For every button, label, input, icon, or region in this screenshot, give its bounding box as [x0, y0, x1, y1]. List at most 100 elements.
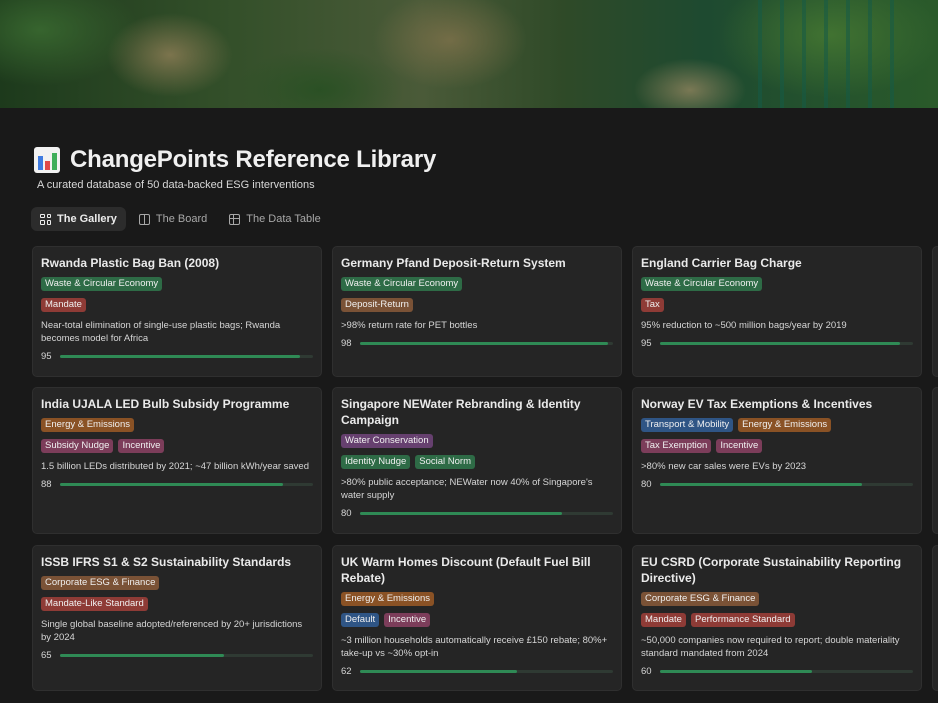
mechanism-tags: Tax [641, 298, 913, 312]
tag: Incentive [118, 439, 165, 453]
gallery-card[interactable]: EU CSRD (Corporate Sustainability Report… [632, 545, 922, 691]
gallery-card[interactable]: England Carrier Bag Charge Waste & Circul… [632, 246, 922, 377]
score-bar-fill [60, 354, 301, 358]
card-description: >80% public acceptance; NEWater now 40% … [341, 477, 593, 501]
category-tags: Waste & Circular Economy [641, 277, 913, 291]
score-value: 80 [341, 507, 352, 519]
tab-label: The Board [155, 213, 208, 225]
score-bar-fill [660, 669, 812, 673]
mechanism-tags: Subsidy Nudge Incentive [41, 439, 313, 453]
score-row: 80 [641, 477, 913, 491]
gallery-card-partial[interactable] [932, 387, 938, 534]
tab-label: The Gallery [57, 213, 117, 225]
category-tags: Waste & Circular Economy [41, 277, 313, 291]
score-bar [660, 341, 913, 345]
tag: Mandate-Like Standard [41, 597, 148, 611]
gallery-card-partial[interactable] [932, 545, 938, 691]
score-row: 80 [341, 506, 613, 520]
tag: Transport & Mobility [641, 418, 734, 432]
mechanism-tags: Tax Exemption Incentive [641, 439, 913, 453]
tab-data-table[interactable]: The Data Table [220, 207, 329, 231]
card-title: ISSB IFRS S1 & S2 Sustainability Standar… [41, 555, 292, 569]
score-bar-fill [360, 341, 608, 345]
tag: Performance Standard [690, 613, 795, 627]
tag: Corporate ESG & Finance [41, 576, 160, 590]
score-bar [660, 669, 913, 673]
score-bar-fill [360, 511, 563, 515]
tab-board[interactable]: The Board [130, 207, 216, 231]
score-row: 95 [41, 349, 313, 363]
category-tags: Water Conservation [341, 434, 613, 448]
table-icon [229, 213, 241, 225]
score-value: 60 [641, 665, 652, 677]
score-bar [360, 511, 613, 515]
category-tags: Corporate ESG & Finance [41, 576, 313, 590]
tag: Deposit-Return [341, 298, 413, 312]
category-tags: Waste & Circular Economy [341, 277, 613, 291]
tag: Energy & Emissions [341, 592, 435, 606]
score-value: 62 [341, 665, 352, 677]
card-title: EU CSRD (Corporate Sustainability Report… [641, 555, 902, 585]
score-bar [360, 341, 613, 345]
tag: Corporate ESG & Finance [641, 592, 760, 606]
tag: Mandate [41, 298, 86, 312]
card-description: Near-total elimination of single-use pla… [41, 320, 281, 344]
score-row: 95 [641, 336, 913, 350]
score-bar [360, 669, 613, 673]
tag: Incentive [384, 613, 431, 627]
tag: Incentive [716, 439, 763, 453]
tag: Mandate [641, 613, 686, 627]
score-bar [660, 482, 913, 486]
score-value: 80 [641, 478, 652, 490]
card-title: Norway EV Tax Exemptions & Incentives [641, 397, 873, 411]
tab-label: The Data Table [246, 213, 321, 225]
score-bar [60, 653, 313, 657]
board-columns-icon [138, 213, 150, 225]
cover-fence-detail [758, 0, 898, 108]
score-row: 65 [41, 648, 313, 662]
gallery-card[interactable]: ISSB IFRS S1 & S2 Sustainability Standar… [32, 545, 322, 691]
page-title: ChangePoints Reference Library [70, 146, 437, 173]
card-title: Germany Pfand Deposit-Return System [341, 256, 566, 270]
category-tags: Energy & Emissions [341, 592, 613, 606]
card-title: Rwanda Plastic Bag Ban (2008) [41, 256, 220, 270]
gallery-grid-icon [40, 213, 51, 225]
score-value: 88 [41, 478, 52, 490]
gallery-card-partial[interactable] [932, 246, 938, 377]
gallery-card[interactable]: Rwanda Plastic Bag Ban (2008) Waste & Cir… [32, 246, 322, 377]
mechanism-tags: Default Incentive [341, 613, 613, 627]
score-bar-fill [660, 482, 863, 486]
tag: Energy & Emissions [738, 418, 832, 432]
score-row: 88 [41, 477, 313, 491]
score-bar [60, 354, 313, 358]
gallery-card[interactable]: Singapore NEWater Rebranding & Identity … [332, 387, 622, 534]
page-subtitle: A curated database of 50 data-backed ESG… [37, 179, 315, 191]
score-row: 62 [341, 664, 613, 678]
score-bar-fill [360, 669, 517, 673]
bar-chart-icon [34, 147, 60, 173]
card-description: ~3 million households automatically rece… [341, 635, 608, 659]
category-tags: Transport & Mobility Energy & Emissions [641, 418, 913, 432]
gallery-card[interactable]: UK Warm Homes Discount (Default Fuel Bil… [332, 545, 622, 691]
tab-gallery[interactable]: The Gallery [31, 207, 126, 231]
category-tags: Corporate ESG & Finance [641, 592, 913, 606]
gallery-card[interactable]: Germany Pfand Deposit-Return System Waste… [332, 246, 622, 377]
card-description: ~50,000 companies now required to report… [641, 635, 900, 659]
view-tabs: The Gallery The Board The Data Table [31, 207, 330, 231]
gallery-card[interactable]: Norway EV Tax Exemptions & Incentives Tra… [632, 387, 922, 534]
score-row: 98 [341, 336, 613, 350]
score-bar [60, 482, 313, 486]
tag: Energy & Emissions [41, 418, 135, 432]
score-value: 95 [41, 350, 52, 362]
score-value: 65 [41, 649, 52, 661]
tag: Waste & Circular Economy [641, 277, 763, 291]
card-title: England Carrier Bag Charge [641, 256, 802, 270]
score-bar-fill [60, 653, 225, 657]
score-row: 60 [641, 664, 913, 678]
mechanism-tags: Mandate-Like Standard [41, 597, 313, 611]
gallery-card[interactable]: India UJALA LED Bulb Subsidy Programme En… [32, 387, 322, 534]
card-title: India UJALA LED Bulb Subsidy Programme [41, 397, 290, 411]
tag: Social Norm [415, 455, 476, 469]
tag: Default [341, 613, 380, 627]
card-title: Singapore NEWater Rebranding & Identity … [341, 397, 581, 427]
